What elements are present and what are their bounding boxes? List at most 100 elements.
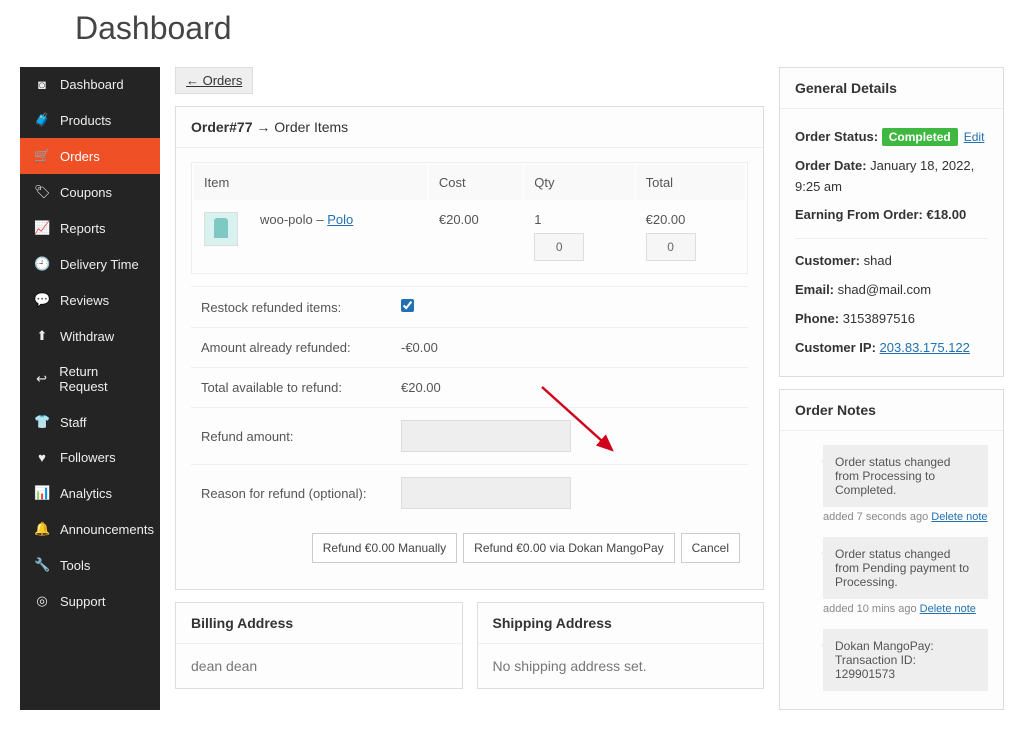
billing-body: dean dean — [176, 644, 462, 688]
restock-label: Restock refunded items: — [201, 300, 401, 315]
sidebar-item-staff[interactable]: 👕 Staff — [20, 404, 160, 440]
col-item: Item — [194, 165, 427, 200]
already-refunded-label: Amount already refunded: — [201, 340, 401, 355]
comment-icon: 💬 — [34, 292, 50, 308]
order-note: Order status changed from Pending paymen… — [823, 537, 988, 599]
support-icon: ◎ — [34, 593, 50, 609]
earning-value: €18.00 — [926, 207, 966, 222]
sidebar-item-label: Dashboard — [60, 77, 124, 92]
shipping-body: No shipping address set. — [478, 644, 764, 688]
order-items-panel: Order#77 → Order Items Item Cost Qty Tot… — [175, 106, 764, 590]
sidebar-item-support[interactable]: ◎ Support — [20, 583, 160, 619]
available-refund-label: Total available to refund: — [201, 380, 401, 395]
line-qty: 1 — [534, 212, 623, 227]
refund-reason-label: Reason for refund (optional): — [201, 486, 401, 501]
sidebar-item-label: Analytics — [60, 486, 112, 501]
email-value: shad@mail.com — [838, 282, 931, 297]
customer-label: Customer: — [795, 253, 860, 268]
sidebar-item-announcements[interactable]: 🔔 Announcements — [20, 511, 160, 547]
sidebar-item-reports[interactable]: 📈 Reports — [20, 210, 160, 246]
shirt-icon: 👕 — [34, 414, 50, 430]
sidebar-item-return-request[interactable]: ↩Return Request — [20, 354, 160, 404]
edit-status-link[interactable]: Edit — [964, 130, 985, 144]
sidebar-item-label: Products — [60, 113, 111, 128]
sidebar-item-label: Coupons — [60, 185, 112, 200]
product-link[interactable]: Polo — [327, 212, 353, 227]
note-meta-text: added 10 mins ago — [823, 603, 920, 615]
general-details-header: General Details — [780, 68, 1003, 109]
sidebar-item-label: Orders — [60, 149, 100, 164]
total-refund-input[interactable]: 0 — [646, 233, 696, 261]
refund-reason-input[interactable] — [401, 477, 571, 509]
phone-label: Phone: — [795, 311, 839, 326]
sidebar-item-label: Reports — [60, 221, 106, 236]
sidebar: ◙ Dashboard 🧳 Products 🛒 Orders 🏷 Coupons 📈 R… — [20, 67, 160, 710]
sidebar-item-label: Tools — [60, 558, 90, 573]
order-heading-suffix: → Order Items — [252, 119, 348, 135]
return-icon: ↩ — [34, 371, 49, 387]
back-to-orders-link[interactable]: ← Orders — [175, 67, 253, 94]
product-name-prefix: woo-polo – — [260, 212, 327, 227]
sidebar-item-label: Delivery Time — [60, 257, 139, 272]
order-items-header: Order#77 → Order Items — [176, 107, 763, 148]
sidebar-item-label: Support — [60, 594, 106, 609]
order-notes-panel: Order Notes Order status changed from Pr… — [779, 389, 1004, 710]
refund-via-mangopay-button[interactable]: Refund €0.00 via Dokan MangoPay — [463, 533, 674, 563]
upload-icon: ⬆ — [34, 328, 50, 344]
qty-refund-input[interactable]: 0 — [534, 233, 584, 261]
billing-header: Billing Address — [176, 603, 462, 644]
order-note: Dokan MangoPay: Transaction ID: 12990157… — [823, 629, 988, 691]
sidebar-item-delivery-time[interactable]: 🕘 Delivery Time — [20, 246, 160, 282]
sidebar-item-reviews[interactable]: 💬 Reviews — [20, 282, 160, 318]
refund-amount-label: Refund amount: — [201, 429, 401, 444]
col-total: Total — [636, 165, 745, 200]
dashboard-icon: ◙ — [34, 77, 50, 92]
restock-checkbox[interactable] — [401, 299, 414, 312]
ip-link[interactable]: 203.83.175.122 — [880, 340, 970, 355]
sidebar-item-products[interactable]: 🧳 Products — [20, 102, 160, 138]
page-title: Dashboard — [20, 0, 1004, 67]
sidebar-item-orders[interactable]: 🛒 Orders — [20, 138, 160, 174]
ip-label: Customer IP: — [795, 340, 876, 355]
order-heading-prefix: Order#77 — [191, 119, 252, 135]
tag-icon: 🏷 — [34, 184, 50, 200]
available-refund-value: €20.00 — [401, 380, 441, 395]
status-label: Order Status: — [795, 129, 878, 144]
sidebar-item-label: Announcements — [60, 522, 154, 537]
sidebar-item-coupons[interactable]: 🏷 Coupons — [20, 174, 160, 210]
shipping-header: Shipping Address — [478, 603, 764, 644]
customer-value: shad — [864, 253, 892, 268]
line-total: €20.00 — [646, 212, 735, 227]
general-details-panel: General Details Order Status: CompletedE… — [779, 67, 1004, 377]
products-icon: 🧳 — [34, 112, 50, 128]
sidebar-item-dashboard[interactable]: ◙ Dashboard — [20, 67, 160, 102]
refund-amount-input[interactable] — [401, 420, 571, 452]
sidebar-item-label: Withdraw — [60, 329, 114, 344]
sidebar-item-followers[interactable]: ♥Followers — [20, 440, 160, 475]
refund-manually-button[interactable]: Refund €0.00 Manually — [312, 533, 457, 563]
earning-label: Earning From Order: — [795, 207, 923, 222]
date-label: Order Date: — [795, 158, 867, 173]
delete-note-link[interactable]: Delete note — [920, 603, 976, 615]
chart-icon: 📈 — [34, 220, 50, 236]
wrench-icon: 🔧 — [34, 557, 50, 573]
order-line-row: woo-polo – Polo €20.00 1 0 €20.00 0 — [194, 202, 745, 271]
cancel-refund-button[interactable]: Cancel — [681, 533, 740, 563]
sidebar-item-label: Followers — [60, 450, 116, 465]
sidebar-item-analytics[interactable]: 📊 Analytics — [20, 475, 160, 511]
sidebar-item-withdraw[interactable]: ⬆ Withdraw — [20, 318, 160, 354]
already-refunded-value: -€0.00 — [401, 340, 438, 355]
sidebar-item-label: Staff — [60, 415, 87, 430]
order-notes-header: Order Notes — [780, 390, 1003, 431]
sidebar-item-label: Reviews — [60, 293, 109, 308]
product-thumbnail — [204, 212, 238, 246]
bell-icon: 🔔 — [34, 521, 50, 537]
sidebar-item-tools[interactable]: 🔧 Tools — [20, 547, 160, 583]
clock-icon: 🕘 — [34, 256, 50, 272]
delete-note-link[interactable]: Delete note — [931, 511, 987, 523]
cart-icon: 🛒 — [34, 148, 50, 164]
billing-address-panel: Billing Address dean dean — [175, 602, 463, 689]
bars-icon: 📊 — [34, 485, 50, 501]
col-qty: Qty — [524, 165, 633, 200]
phone-value: 3153897516 — [843, 311, 915, 326]
